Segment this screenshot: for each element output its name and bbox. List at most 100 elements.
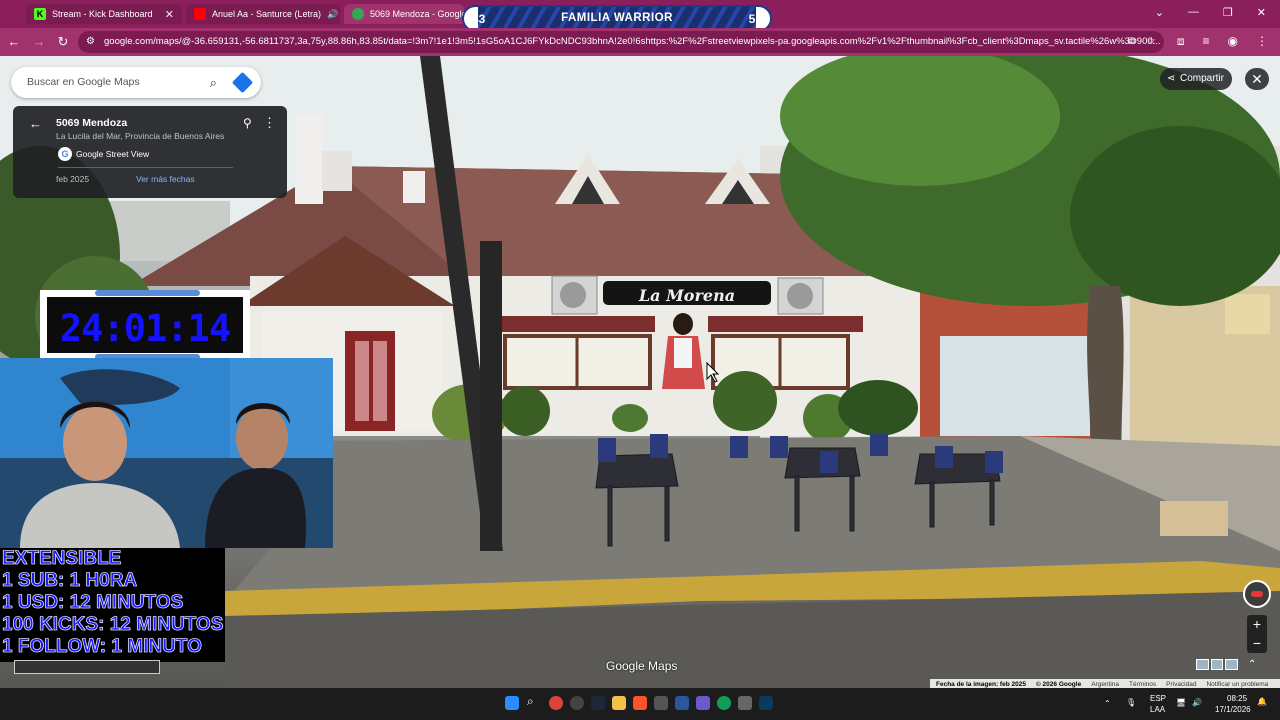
- screen: K Stream - Kick Dashboard ✕ Anuel Aa - S…: [0, 0, 1280, 720]
- share-button[interactable]: ⋖ Compartir: [1160, 68, 1232, 90]
- window-controls: ⌄ — ❐ ✕: [1155, 6, 1266, 19]
- app-icon[interactable]: [759, 696, 773, 710]
- compass-icon[interactable]: [1243, 580, 1271, 608]
- rule-line: 1 SUB: 1 H0RA: [2, 570, 138, 592]
- network-icon[interactable]: 🖥: [1176, 698, 1186, 707]
- more-options-icon[interactable]: ⋮: [263, 115, 276, 131]
- language-sub: LAA: [1150, 705, 1166, 714]
- language-code[interactable]: ESP: [1150, 694, 1166, 703]
- directions-icon[interactable]: [231, 71, 254, 94]
- country-link[interactable]: Argentina: [1091, 681, 1119, 688]
- app-icon[interactable]: [654, 696, 668, 710]
- copyright: © 2026 Google: [1035, 680, 1082, 688]
- toolbar-icons: ⧈ ≡ ◉ ⋮: [1177, 34, 1268, 49]
- chevron-up-icon[interactable]: ⌃: [1104, 699, 1111, 708]
- url-text: google.com/maps/@-36.659131,-56.6811737,…: [104, 36, 1161, 47]
- search-placeholder: Buscar en Google Maps: [27, 76, 140, 88]
- back-arrow-icon[interactable]: ←: [29, 116, 42, 131]
- media-icon[interactable]: ≡: [1203, 34, 1210, 49]
- rule-line: 1 USD: 12 MINUTOS: [2, 592, 184, 614]
- rule-line: 1 FOLLOW: 1 MINUTO: [2, 636, 202, 658]
- rule-line: EXTENSIBLE: [2, 548, 122, 570]
- youtube-icon: [194, 8, 206, 20]
- close-icon[interactable]: ✕: [165, 8, 174, 21]
- webcam-feed: [0, 358, 333, 548]
- zoom-out-button[interactable]: −: [1247, 634, 1267, 653]
- word-icon[interactable]: [675, 696, 689, 710]
- maximize-icon[interactable]: ❐: [1223, 6, 1233, 19]
- divider: [58, 167, 233, 168]
- close-street-view-button[interactable]: ✕: [1245, 68, 1269, 90]
- kick-icon: K: [34, 8, 46, 20]
- privacy-link[interactable]: Privacidad: [1166, 681, 1196, 688]
- stream-timer: 24:01:14: [40, 290, 250, 360]
- omnibox-actions: ⧉ ☆: [1128, 31, 1156, 53]
- forward-arrow-icon[interactable]: →: [31, 34, 47, 49]
- tab-youtube[interactable]: Anuel Aa - Santurce (Letra) 🔊 ✕: [186, 4, 340, 24]
- place-card: ← 5069 Mendoza La Lucila del Mar, Provin…: [13, 106, 287, 198]
- tab-google-maps[interactable]: 5069 Mendoza - Google Ma: [344, 4, 464, 24]
- taskbar: ⌕ ⌃ 🎙 ESP LAA 🖥 🔊 08:25 17/1/2026 🔔: [0, 688, 1280, 720]
- google-logo-icon: G: [58, 147, 72, 161]
- minimize-icon[interactable]: —: [1188, 6, 1199, 19]
- chevron-down-icon[interactable]: ⌄: [1155, 6, 1164, 19]
- edge-icon[interactable]: [717, 696, 731, 710]
- clock-time[interactable]: 08:25: [1227, 694, 1247, 703]
- windows-start-icon[interactable]: [505, 696, 519, 710]
- back-arrow-icon[interactable]: ←: [6, 34, 22, 49]
- steam-icon[interactable]: [591, 696, 605, 710]
- microphone-icon[interactable]: 🎙: [1126, 698, 1136, 707]
- expand-icon[interactable]: ⌃: [1248, 659, 1256, 670]
- menu-icon[interactable]: ⋮: [1256, 34, 1268, 49]
- install-icon[interactable]: ⧉: [1128, 31, 1135, 53]
- image-date: Fecha de la imagen: feb 2025: [936, 680, 1026, 688]
- close-icon[interactable]: ✕: [1257, 6, 1266, 19]
- search-input[interactable]: Buscar en Google Maps ⌕: [11, 67, 261, 98]
- maps-icon: [352, 8, 364, 20]
- tab-kick-dashboard[interactable]: K Stream - Kick Dashboard ✕: [26, 4, 182, 24]
- rule-line: 100 KICKS: 12 MINUTOS: [2, 614, 224, 636]
- brave-icon[interactable]: [633, 696, 647, 710]
- search-icon[interactable]: ⌕: [527, 694, 541, 708]
- capture-date: feb 2025: [56, 174, 90, 184]
- zoom-control: + −: [1247, 615, 1267, 653]
- google-maps-logo: Google Maps: [606, 659, 678, 673]
- source-label: Google Street View: [76, 149, 150, 159]
- avatar[interactable]: ◉: [1228, 34, 1238, 49]
- report-link[interactable]: Notificar un problema: [1206, 681, 1268, 688]
- banner-title: FAMILIA WARRIOR: [561, 12, 673, 24]
- stream-rules: EXTENSIBLE 1 SUB: 1 H0RA 1 USD: 12 MINUT…: [0, 548, 225, 662]
- calculator-icon[interactable]: [738, 696, 752, 710]
- timer-cap-top: [95, 290, 200, 296]
- volume-icon[interactable]: 🔊: [1192, 698, 1202, 707]
- search-icon[interactable]: ⌕: [210, 67, 217, 98]
- storefront-sign: La Morena: [638, 286, 735, 305]
- place-name: 5069 Mendoza: [56, 117, 128, 129]
- webcam-image: [0, 358, 333, 548]
- clock-date: 17/1/2026: [1215, 705, 1251, 714]
- chrome-icon[interactable]: [549, 696, 563, 710]
- pin-icon[interactable]: ⚲: [243, 116, 252, 130]
- zoom-in-button[interactable]: +: [1247, 615, 1267, 634]
- extensions-icon[interactable]: ⧈: [1177, 34, 1185, 49]
- place-address: La Lucila del Mar, Provincia de Buenos A…: [56, 131, 225, 141]
- notifications-icon[interactable]: 🔔: [1257, 697, 1267, 706]
- url-bar[interactable]: ⚙ google.com/maps/@-36.659131,-56.681173…: [78, 31, 1164, 53]
- obs-icon[interactable]: [570, 696, 584, 710]
- share-icon: ⋖: [1167, 73, 1176, 84]
- app-icon[interactable]: [696, 696, 710, 710]
- photo-thumbnails[interactable]: [1196, 659, 1239, 670]
- speaker-icon[interactable]: 🔊: [327, 9, 338, 20]
- tab-label: Anuel Aa - Santurce (Letra): [212, 9, 322, 19]
- site-settings-icon[interactable]: ⚙: [86, 31, 95, 53]
- terms-link[interactable]: Términos: [1129, 681, 1156, 688]
- star-icon[interactable]: ☆: [1147, 31, 1156, 53]
- tab-label: 5069 Mendoza - Google Ma: [370, 9, 464, 19]
- timer-value: 24:01:14: [59, 307, 231, 350]
- folder-icon[interactable]: [612, 696, 626, 710]
- banner-right-score: 50: [748, 12, 762, 26]
- reload-icon[interactable]: ↻: [55, 34, 71, 50]
- more-dates-link[interactable]: Ver más fechas: [136, 174, 195, 184]
- tab-label: Stream - Kick Dashboard: [52, 9, 153, 19]
- overlay-box: [14, 660, 160, 674]
